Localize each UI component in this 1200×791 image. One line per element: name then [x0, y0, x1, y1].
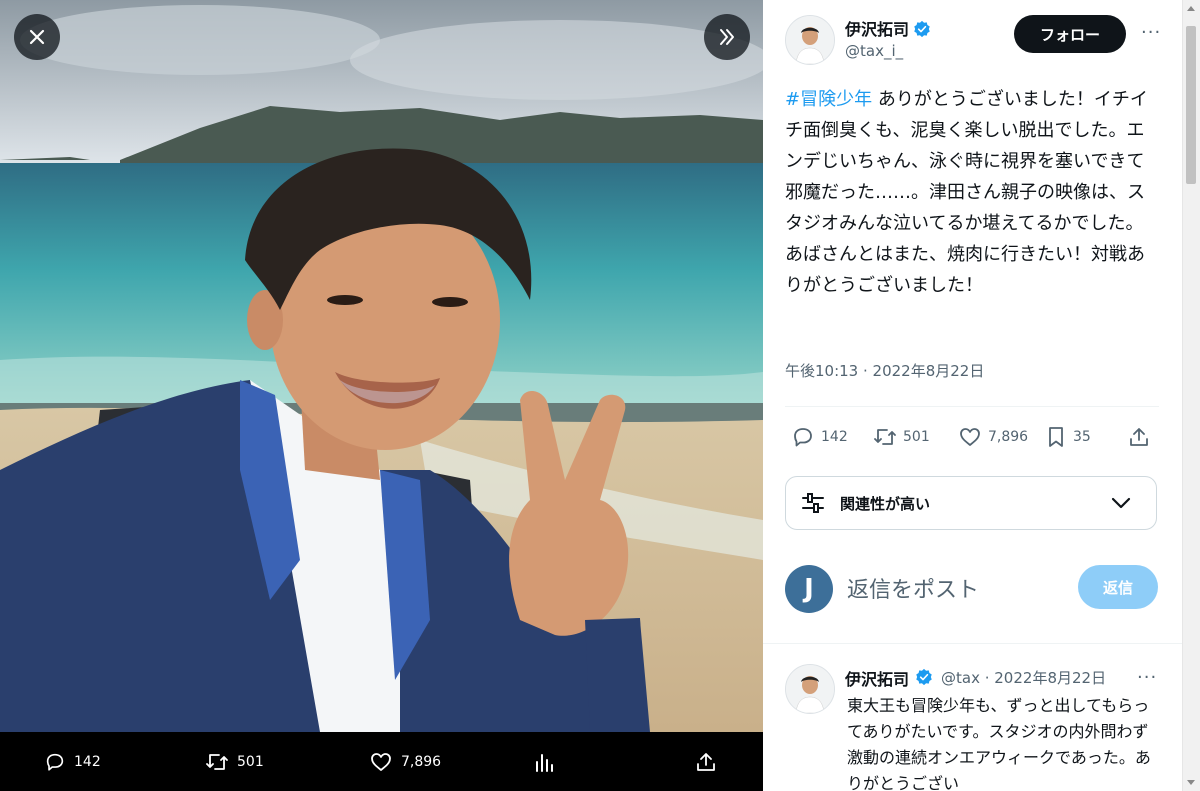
more-icon[interactable]: ··· [1141, 22, 1161, 43]
tweet-body: ありがとうございました！イチイチ面倒臭くも、泥臭く楽しい脱出でした。エンデじいち… [785, 89, 1148, 296]
expand-button[interactable] [704, 14, 750, 60]
tweet-photo [0, 0, 763, 732]
tweet-detail-panel: 伊沢拓司 @tax_i_ フォロー ··· #冒険少年 ありがとうございました！… [763, 0, 1200, 791]
author-avatar[interactable] [785, 15, 835, 65]
like-count: 7,896 [988, 429, 1029, 445]
like-button[interactable]: 7,896 [958, 422, 1028, 452]
share-button[interactable] [1128, 422, 1150, 452]
share-icon [1130, 428, 1148, 446]
next-icon [720, 29, 734, 45]
scroll-up-arrow[interactable] [1187, 6, 1195, 11]
retweet-button[interactable]: 501 [873, 422, 930, 452]
reply-handle-text: @tax [941, 669, 980, 687]
current-user-avatar[interactable]: J [785, 565, 833, 613]
reply-icon [794, 428, 812, 447]
share-icon [697, 752, 715, 771]
divider [763, 643, 1183, 644]
close-icon [29, 29, 45, 45]
hashtag-link[interactable]: #冒険少年 [785, 89, 872, 110]
reply-icon [46, 753, 64, 771]
reply-submit-button[interactable]: 返信 [1078, 565, 1158, 609]
tweet-text: #冒険少年 ありがとうございました！イチイチ面倒臭くも、泥臭く楽しい脱出でした。… [785, 84, 1155, 301]
media-like-count: 7,896 [401, 753, 442, 770]
follow-button[interactable]: フォロー [1014, 15, 1126, 53]
verified-icon [916, 668, 932, 686]
author-name-row[interactable]: 伊沢拓司 [845, 16, 931, 40]
retweet-icon [206, 753, 228, 770]
reply-more-icon[interactable]: ··· [1137, 667, 1157, 688]
retweet-count: 501 [903, 429, 930, 445]
author-name: 伊沢拓司 [845, 20, 910, 39]
reply-button[interactable]: 142 [791, 422, 848, 452]
reply-input[interactable]: 返信をポスト [847, 572, 979, 604]
reply-date: 2022年8月22日 [994, 669, 1107, 687]
reply-count: 142 [821, 429, 848, 445]
sort-icon [802, 493, 824, 513]
close-button[interactable] [14, 14, 60, 60]
divider [785, 406, 1159, 407]
verified-icon [914, 20, 930, 38]
sort-replies-dropdown[interactable]: 関連性が高い [785, 476, 1157, 530]
author-handle[interactable]: @tax_i_ [845, 42, 903, 60]
media-share-button[interactable] [695, 732, 717, 791]
sort-label: 関連性が高い [840, 494, 931, 513]
media-like-button[interactable]: 7,896 [369, 732, 441, 791]
like-icon [960, 428, 980, 446]
like-icon [371, 752, 391, 771]
chevron-down-icon [1111, 497, 1131, 509]
media-analytics-button[interactable] [533, 732, 555, 791]
reply-text: 東大王も冒険少年も、ずっと出してもらってありがたいです。スタジオの内外問わず激動… [847, 696, 1151, 791]
media-viewer: 142 501 7,896 [0, 0, 763, 791]
media-retweet-count: 501 [237, 753, 264, 770]
media-reply-button[interactable]: 142 [44, 732, 101, 791]
reply-author-handle[interactable]: @tax · 2022年8月22日 [941, 667, 1106, 688]
media-action-bar: 142 501 7,896 [0, 732, 763, 791]
scroll-down-arrow[interactable] [1187, 780, 1195, 785]
scrollbar[interactable] [1182, 0, 1200, 791]
retweet-icon [874, 429, 896, 445]
media-reply-count: 142 [74, 753, 101, 770]
analytics-icon [536, 753, 553, 772]
tweet-timestamp[interactable]: 午後10:13 · 2022年8月22日 [785, 360, 984, 381]
bookmark-button[interactable]: 35 [1045, 422, 1091, 452]
media-retweet-button[interactable]: 501 [205, 732, 264, 791]
bookmark-count: 35 [1073, 429, 1091, 445]
reply-author-avatar[interactable] [785, 664, 835, 714]
bookmark-icon [1049, 427, 1063, 447]
scroll-thumb[interactable] [1186, 26, 1196, 184]
